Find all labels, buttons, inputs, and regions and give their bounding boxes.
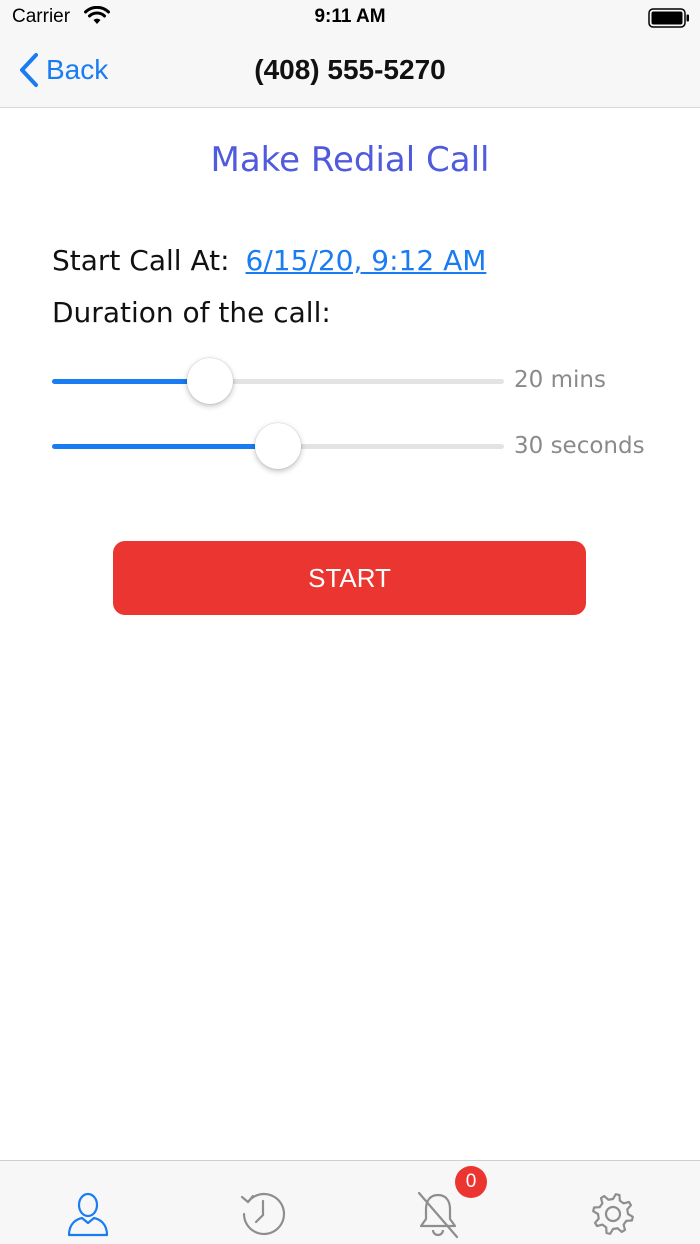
nav-title: (408) 555-5270 [254,54,446,85]
tab-contacts[interactable] [0,1161,175,1244]
slider-thumb[interactable] [255,423,301,469]
person-icon [67,1192,109,1237]
seconds-slider[interactable] [52,422,504,470]
minutes-value: 20 mins [514,367,606,393]
slider-thumb[interactable] [187,358,233,404]
duration-label: Duration of the call: [52,296,331,329]
bell-off-icon [417,1191,459,1239]
start-call-row: Start Call At: 6/15/20, 9:12 AM [52,244,486,277]
page-title: Make Redial Call [210,140,490,180]
navigation-bar: Back (408) 555-5270 [0,36,700,108]
history-clock-icon [240,1192,286,1236]
start-button[interactable]: START [113,541,586,615]
gear-icon [592,1193,634,1235]
slider-fill [52,444,278,449]
battery-icon [648,8,689,28]
tab-history[interactable] [175,1161,350,1244]
tab-settings[interactable] [525,1161,700,1244]
start-call-label: Start Call At: [52,244,230,277]
start-date-link[interactable]: 6/15/20, 9:12 AM [246,244,487,277]
minutes-slider[interactable] [52,357,504,405]
screen: Carrier 9:11 AM Back (408) 555-5270 Make… [0,0,700,1244]
notification-badge: 0 [455,1166,487,1198]
status-time: 9:11 AM [314,6,386,27]
tab-notifications[interactable] [350,1161,525,1244]
tab-bar [0,1160,700,1244]
status-bar: Carrier 9:11 AM [0,0,700,36]
seconds-value: 30 seconds [514,433,645,459]
